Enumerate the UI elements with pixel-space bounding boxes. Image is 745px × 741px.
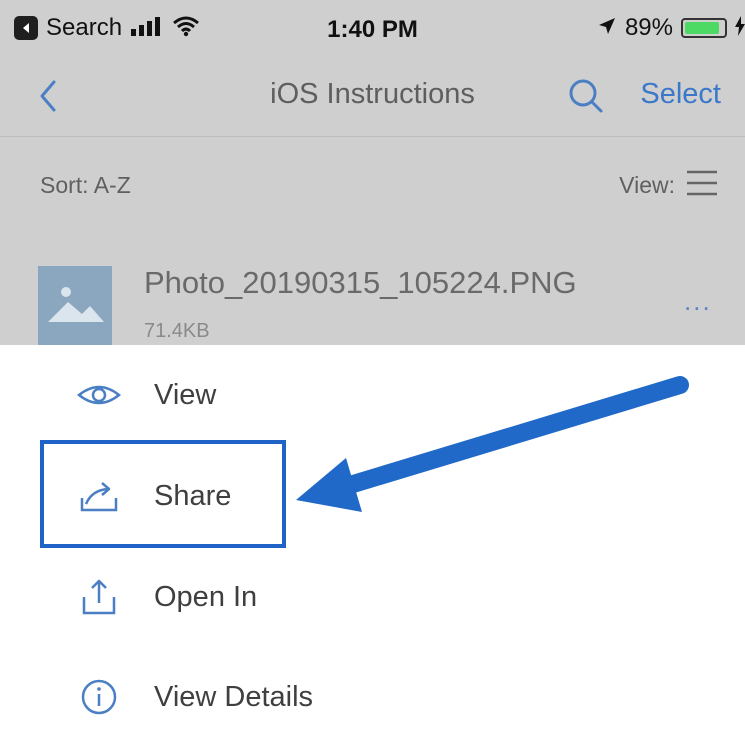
battery-fill — [685, 22, 719, 34]
view-label: View: — [619, 172, 675, 198]
list-view-icon[interactable] — [685, 166, 719, 205]
charging-bolt-icon — [735, 15, 745, 41]
file-size: 71.4KB — [144, 320, 210, 342]
nav-divider — [0, 136, 745, 137]
view-toggle[interactable]: View: — [619, 166, 719, 205]
file-name[interactable]: Photo_20190315_105224.PNG — [144, 265, 577, 301]
more-options-icon[interactable]: ... — [684, 286, 712, 317]
action-view-label: View — [154, 379, 217, 411]
eye-icon — [76, 375, 122, 415]
search-icon[interactable] — [566, 76, 606, 116]
action-open-in-label: Open In — [154, 581, 258, 613]
battery-percent: 89% — [624, 14, 673, 41]
action-open-in[interactable]: Open In — [0, 551, 745, 641]
select-button[interactable]: Select — [640, 78, 721, 111]
image-thumbnail-icon[interactable] — [38, 266, 112, 345]
sort-button[interactable]: Sort: A-Z — [40, 172, 131, 199]
nav-bar: iOS Instructions Select — [0, 62, 745, 134]
page-title: iOS Instructions — [270, 78, 475, 110]
highlight-box — [40, 440, 286, 548]
location-arrow-icon — [597, 16, 617, 41]
info-icon — [76, 677, 122, 717]
upload-icon — [76, 577, 122, 617]
status-right: 89% — [597, 14, 745, 42]
status-bar: Search 1:40 PM 89% — [0, 0, 745, 62]
action-view-details[interactable]: View Details — [0, 651, 745, 741]
action-view-details-label: View Details — [154, 681, 314, 713]
action-view[interactable]: View — [0, 349, 745, 439]
battery-icon — [681, 18, 727, 38]
